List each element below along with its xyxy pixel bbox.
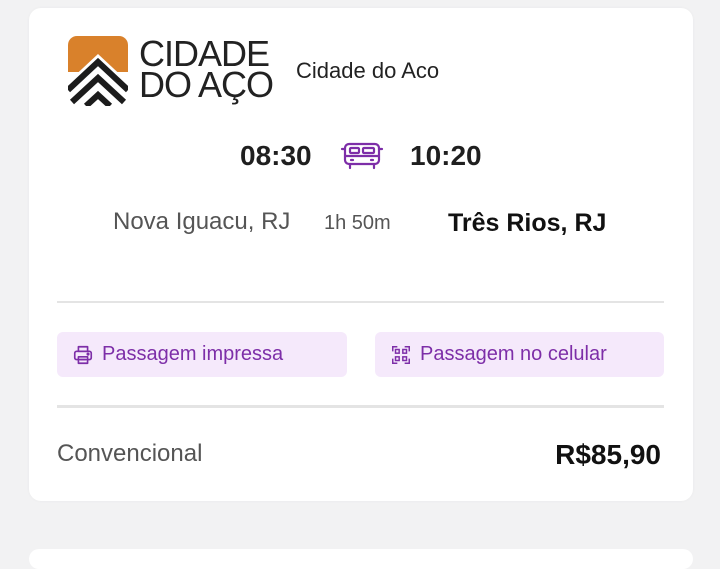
bus-icon [340,140,384,172]
mobile-ticket-option[interactable]: Passagem no celular [375,332,664,377]
origin-city: Nova Iguacu, RJ [113,208,291,235]
ticket-price: R$85,90 [555,439,661,470]
trip-duration: 1h 50m [324,212,391,234]
arrival-time: 10:20 [410,140,482,171]
qr-code-icon [392,345,410,364]
service-class: Convencional [57,440,203,467]
company-name: Cidade do Aco [296,58,440,83]
next-trip-card[interactable] [29,549,693,569]
logo-line-2: DO AÇO [139,64,274,105]
divider [57,301,664,303]
destination-city: Três Rios, RJ [448,209,607,237]
company-logo-text: CIDADE DO AÇO [139,36,274,105]
printer-icon [73,345,93,364]
mobile-ticket-label: Passagem no celular [420,343,607,365]
departure-time: 08:30 [240,140,312,171]
company-logo [65,36,131,109]
company-logo-mark [65,36,131,109]
printed-ticket-label: Passagem impressa [102,343,284,365]
divider [57,405,664,408]
printed-ticket-option[interactable]: Passagem impressa [57,332,347,377]
